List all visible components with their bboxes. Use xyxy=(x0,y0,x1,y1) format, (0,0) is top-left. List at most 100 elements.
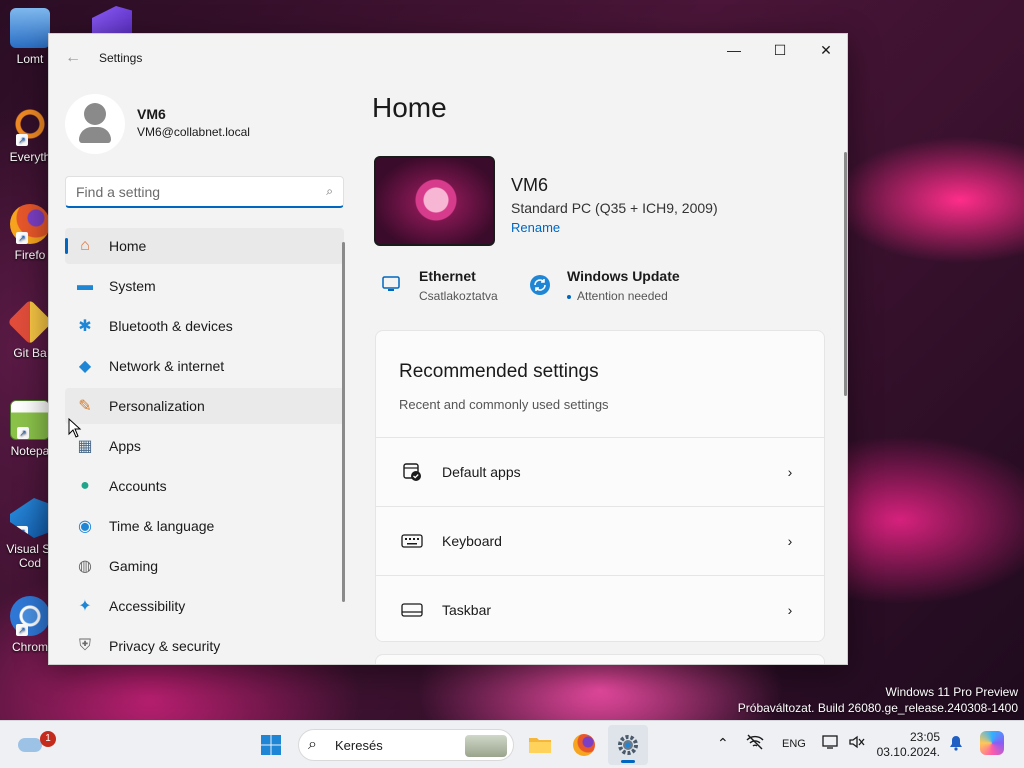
search-icon: ⌕ xyxy=(308,736,317,753)
network-icon: ◆ xyxy=(78,358,92,375)
start-button[interactable] xyxy=(251,725,291,765)
taskbar: 1 ⌕ Keresés ⌃ ENG 23:05 03.10.2024. xyxy=(0,720,1024,768)
shortcut-arrow-icon: ↗ xyxy=(17,427,29,439)
profile-name: VM6 xyxy=(137,106,166,122)
profile-email: VM6@collabnet.local xyxy=(137,125,250,139)
sidebar-item-label: Gaming xyxy=(109,558,159,574)
back-button[interactable]: ← xyxy=(63,48,83,68)
firefox-taskbar-button[interactable] xyxy=(564,725,604,765)
windows-logo-icon xyxy=(261,735,281,755)
rename-link[interactable]: Rename xyxy=(511,220,560,235)
settings-window: ← Settings — ☐ ✕ VM6 VM6@collabnet.local… xyxy=(48,33,848,665)
gear-icon xyxy=(618,735,638,755)
bluetooth-icon: ✱ xyxy=(78,318,92,335)
keyboard-icon xyxy=(401,530,423,552)
accounts-icon: ● xyxy=(80,477,90,494)
system-icon: ▬ xyxy=(77,277,93,294)
os-watermark: Windows 11 Pro Preview Próbaváltozat. Bu… xyxy=(738,684,1018,716)
sidebar-item-privacy-security[interactable]: ⛨ Privacy & security xyxy=(65,628,344,664)
git-bash-icon xyxy=(7,299,53,345)
recommended-settings-title: Recommended settings xyxy=(399,361,599,382)
find-setting-search-box[interactable]: ⌕ xyxy=(65,176,344,208)
sidebar-item-label: Bluetooth & devices xyxy=(109,318,233,334)
everything-search-icon: ↗ xyxy=(10,106,50,146)
shield-icon: ⛨ xyxy=(78,637,91,654)
ethernet-title: Ethernet xyxy=(419,268,476,284)
sidebar-item-network[interactable]: ◆ Network & internet xyxy=(65,348,344,384)
gamepad-icon: ◍ xyxy=(78,558,92,575)
recommended-settings-card: Recommended settings Recent and commonly… xyxy=(375,330,825,642)
recommended-item-taskbar[interactable]: Taskbar › xyxy=(376,575,824,641)
sidebar-scrollbar[interactable] xyxy=(342,242,345,602)
sidebar-item-apps[interactable]: ▦ Apps xyxy=(65,428,344,464)
notification-bell-icon[interactable] xyxy=(949,735,963,754)
sidebar-item-system[interactable]: ▬ System xyxy=(65,268,344,304)
mouse-cursor-icon xyxy=(68,418,82,438)
visual-studio-icon[interactable] xyxy=(92,6,132,36)
brush-icon: ✎ xyxy=(78,398,92,415)
device-model: Standard PC (Q35 + ICH9, 2009) xyxy=(511,200,718,216)
avatar-body xyxy=(79,127,111,143)
system-clock[interactable]: 23:05 03.10.2024. xyxy=(872,730,940,760)
maximize-button[interactable]: ☐ xyxy=(757,34,803,66)
sidebar-item-label: Home xyxy=(109,238,147,254)
sidebar-item-accessibility[interactable]: ✦ Accessibility xyxy=(65,588,344,624)
recommended-item-default-apps[interactable]: Default apps › xyxy=(376,437,824,506)
recommended-item-label: Default apps xyxy=(442,464,521,480)
sidebar-item-home[interactable]: ⌂ Home xyxy=(65,228,344,264)
globe-icon: ◉ xyxy=(78,518,92,535)
notification-badge: 1 xyxy=(40,731,56,747)
windows-update-title: Windows Update xyxy=(567,268,680,284)
accessibility-icon: ✦ xyxy=(78,598,92,615)
cloud-icon xyxy=(18,738,42,752)
windows-update-status-label: Attention needed xyxy=(577,289,668,303)
sidebar-item-gaming[interactable]: ◍ Gaming xyxy=(65,548,344,584)
sidebar-item-label: Network & internet xyxy=(109,358,225,374)
chrome-icon: ↗ xyxy=(10,596,50,636)
active-app-indicator xyxy=(621,760,635,763)
sidebar-item-accounts[interactable]: ● Accounts xyxy=(65,468,344,504)
ethernet-monitor-icon xyxy=(379,272,403,296)
file-explorer-button[interactable] xyxy=(520,725,560,765)
recommended-settings-subtitle: Recent and commonly used settings xyxy=(399,397,609,412)
settings-taskbar-button[interactable] xyxy=(608,725,648,765)
taskbar-search-box[interactable]: ⌕ Keresés xyxy=(298,729,514,761)
sidebar-item-label: Accounts xyxy=(109,478,167,494)
volume-muted-icon[interactable] xyxy=(848,734,866,753)
chevron-right-icon: › xyxy=(787,533,793,549)
sidebar-item-label: Accessibility xyxy=(109,598,186,614)
ethernet-status-text: Csatlakoztatva xyxy=(419,289,498,303)
search-icon[interactable]: ⌕ xyxy=(326,184,333,199)
title-bar[interactable]: ← Settings — ☐ ✕ xyxy=(49,34,847,82)
tray-overflow-chevron-icon[interactable]: ⌃ xyxy=(717,735,729,752)
firefox-icon xyxy=(573,734,595,756)
chevron-right-icon: › xyxy=(787,602,793,618)
search-input[interactable] xyxy=(76,183,306,201)
shortcut-arrow-icon: ↗ xyxy=(16,134,28,146)
default-apps-icon xyxy=(401,461,423,483)
avatar-head xyxy=(84,103,106,125)
sidebar-item-personalization[interactable]: ✎ Personalization xyxy=(65,388,344,424)
page-title: Home xyxy=(372,92,447,123)
notepad-plus-plus-icon: ↗ xyxy=(10,400,50,440)
network-disconnected-icon[interactable] xyxy=(746,734,764,753)
sidebar-item-time-language[interactable]: ◉ Time & language xyxy=(65,508,344,544)
recommended-item-label: Keyboard xyxy=(442,533,502,549)
home-icon: ⌂ xyxy=(80,237,90,254)
copilot-icon[interactable] xyxy=(980,731,1004,755)
minimize-button[interactable]: — xyxy=(711,34,757,66)
close-button[interactable]: ✕ xyxy=(803,34,847,66)
avatar[interactable] xyxy=(65,94,125,154)
recycle-bin-icon xyxy=(10,8,50,48)
sidebar-item-bluetooth[interactable]: ✱ Bluetooth & devices xyxy=(65,308,344,344)
display-icon[interactable] xyxy=(822,734,840,753)
watermark-line-1: Windows 11 Pro Preview xyxy=(885,685,1019,699)
main-scrollbar[interactable] xyxy=(844,152,847,396)
app-title: Settings xyxy=(99,51,143,65)
shortcut-arrow-icon: ↗ xyxy=(16,526,28,538)
sidebar-item-label: Time & language xyxy=(109,518,215,534)
weather-widget-button[interactable]: 1 xyxy=(10,725,56,765)
language-indicator[interactable]: ENG xyxy=(782,738,806,750)
device-name: VM6 xyxy=(511,175,549,195)
recommended-item-keyboard[interactable]: Keyboard › xyxy=(376,506,824,575)
